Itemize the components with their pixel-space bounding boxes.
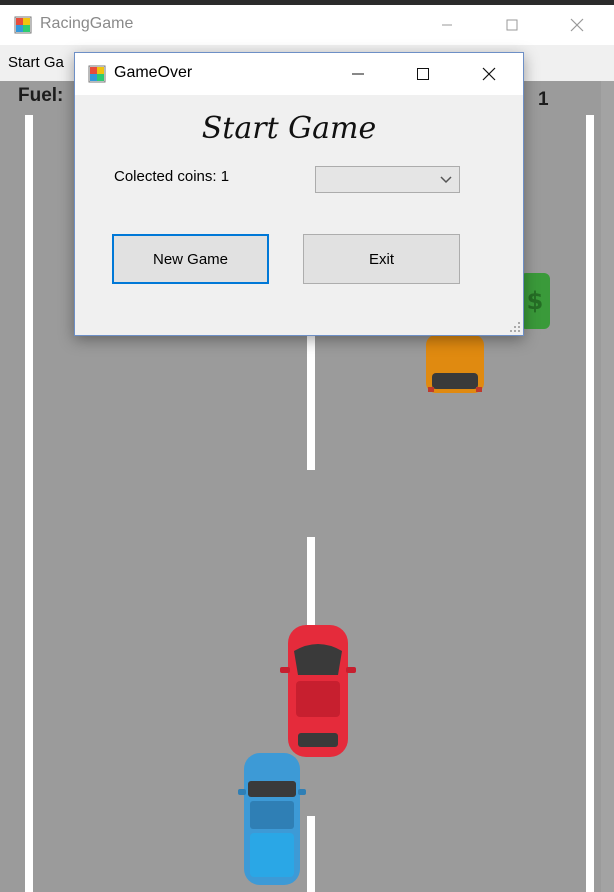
coins-count: 1 xyxy=(538,89,549,110)
maximize-icon xyxy=(506,19,518,31)
minimize-icon xyxy=(442,24,452,26)
exit-button[interactable]: Exit xyxy=(303,234,460,284)
dropdown-select[interactable] xyxy=(315,166,460,193)
resize-grip-icon[interactable] xyxy=(510,322,520,332)
main-window-title: RacingGame xyxy=(40,15,134,32)
close-icon xyxy=(482,67,496,81)
main-close-button[interactable] xyxy=(554,5,600,45)
start-game-heading: Start Game xyxy=(201,111,377,146)
dialog-title: GameOver xyxy=(114,64,193,81)
maximize-icon xyxy=(417,68,429,80)
right-edge-line xyxy=(586,115,594,892)
red-car xyxy=(280,625,356,757)
menu-item-start-game[interactable]: Start Ga xyxy=(8,54,64,71)
minimize-icon xyxy=(352,73,364,75)
collected-coins-label: Colected coins: 1 xyxy=(114,168,230,185)
new-game-button[interactable]: New Game xyxy=(112,234,269,284)
fuel-label: Fuel: xyxy=(18,85,64,106)
lane-dash xyxy=(307,336,315,470)
main-minimize-button[interactable] xyxy=(424,5,470,45)
app-icon xyxy=(14,16,32,34)
close-icon xyxy=(570,18,584,32)
player-car xyxy=(238,753,306,885)
dialog-maximize-button[interactable] xyxy=(400,53,446,95)
right-border-strip xyxy=(601,81,614,892)
dialog-close-button[interactable] xyxy=(466,53,512,95)
chevron-down-icon xyxy=(440,176,452,184)
game-over-dialog: GameOver Start Game Colected coins: 1 Ne… xyxy=(74,52,524,336)
main-maximize-button[interactable] xyxy=(489,5,535,45)
dialog-minimize-button[interactable] xyxy=(335,53,381,95)
svg-text:$: $ xyxy=(527,287,544,315)
dialog-titlebar[interactable]: GameOver xyxy=(75,53,523,95)
lane-dash xyxy=(307,816,315,892)
orange-car xyxy=(426,335,484,393)
main-titlebar[interactable]: RacingGame xyxy=(0,5,614,45)
left-edge-line xyxy=(25,115,33,892)
app-icon xyxy=(88,65,106,83)
